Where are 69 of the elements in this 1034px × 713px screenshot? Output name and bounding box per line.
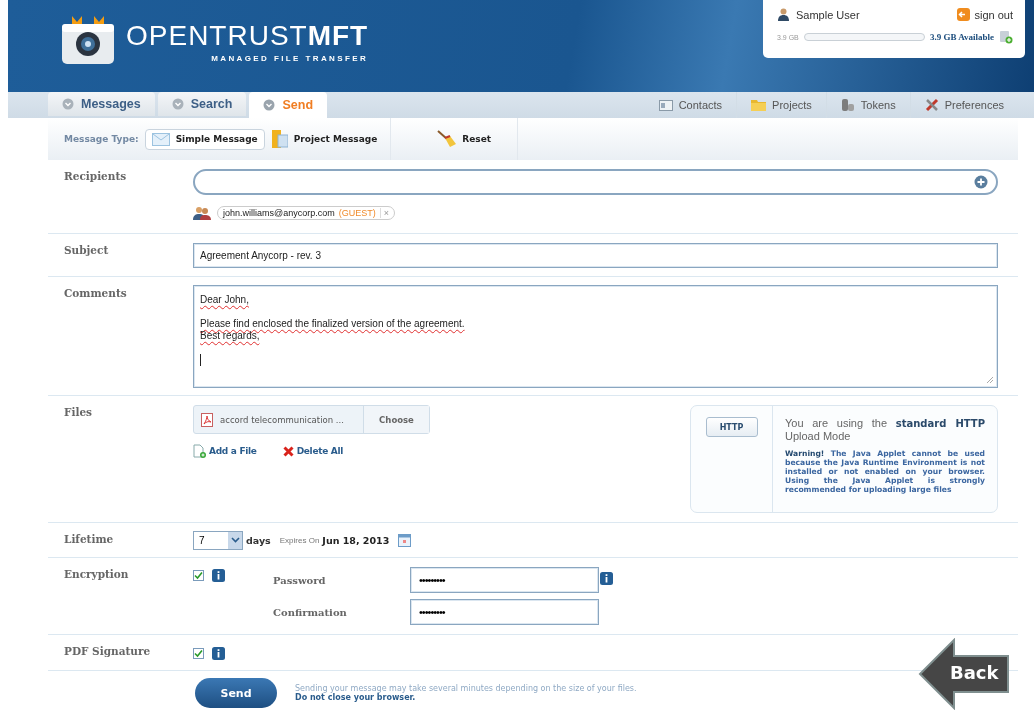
field-label: Lifetime xyxy=(64,532,115,545)
password-label: Password xyxy=(273,574,327,586)
tab[interactable]: Search xyxy=(157,92,247,116)
confirmation-field[interactable]: ••••••••• xyxy=(410,599,599,625)
field-label: Files xyxy=(64,405,94,418)
coins-icon xyxy=(840,98,855,112)
upload-mode-button[interactable]: HTTP xyxy=(705,417,758,437)
checkbox[interactable] xyxy=(193,570,204,581)
envelope-icon xyxy=(151,132,170,146)
circle-icon xyxy=(171,98,184,110)
message-type-option[interactable]: Simple Message xyxy=(144,128,265,150)
caret-icon xyxy=(230,537,240,543)
broom-icon xyxy=(437,130,458,148)
folder-icon xyxy=(751,99,767,111)
folder-document-icon xyxy=(271,130,288,148)
info-icon[interactable] xyxy=(212,647,225,660)
password-field[interactable]: ••••••••• xyxy=(410,567,599,593)
sign-out-icon[interactable] xyxy=(957,8,971,21)
field-label: Comments xyxy=(64,286,128,299)
file-picker[interactable]: accord telecommunication ... Choose xyxy=(193,405,430,434)
people-icon xyxy=(193,206,211,220)
file-name: accord telecommunication ... xyxy=(220,414,344,425)
message-type-option[interactable]: Project Message xyxy=(264,126,385,152)
tab[interactable]: Messages xyxy=(48,92,155,116)
expires-label: Expires On xyxy=(279,535,320,545)
confirmation-label: Confirmation xyxy=(273,606,348,618)
back-arrow-button[interactable]: Back xyxy=(918,638,1010,710)
reset-button[interactable]: Reset xyxy=(431,129,498,149)
choose-button[interactable]: Choose xyxy=(363,406,429,433)
lifetime-select[interactable]: 7 xyxy=(193,530,243,550)
brand-tagline: MANAGED FILE TRANSFER xyxy=(211,53,369,63)
recipients-field[interactable] xyxy=(193,169,998,195)
expiry-date: Jun 18, 2013 xyxy=(322,534,390,546)
user-icon xyxy=(777,8,790,21)
info-icon[interactable] xyxy=(600,572,613,585)
circle-icon xyxy=(62,98,74,110)
guest-tag: (GUEST) xyxy=(338,208,376,218)
checkbox[interactable] xyxy=(193,648,204,659)
delete-all-link[interactable]: Delete All xyxy=(282,444,344,458)
subject-field[interactable]: Agreement Anycorp - rev. 3 xyxy=(193,243,998,268)
nav-link[interactable]: Contacts xyxy=(644,92,737,118)
recipient-chip[interactable]: john.williams@anycorp.com (GUEST) × xyxy=(217,206,395,220)
resize-grip-icon[interactable] xyxy=(985,375,994,384)
user-name: Sample User xyxy=(796,8,860,21)
info-icon[interactable] xyxy=(212,569,225,582)
message-type-label: Message Type: xyxy=(64,134,139,144)
upload-mode-text: You are using the standard HTTP Upload Mode xyxy=(785,417,985,442)
recipient-email: john.williams@anycorp.com xyxy=(223,208,335,218)
contact-card-icon xyxy=(658,99,673,111)
circle-icon xyxy=(263,99,276,111)
storage-available: 3.9 GB Available xyxy=(929,32,994,42)
send-note: Sending your message may take several minutes depending on the size of your files. Do not close your browser. xyxy=(295,684,637,702)
days-unit: days xyxy=(246,534,271,546)
field-label: Recipients xyxy=(64,169,128,182)
tools-icon xyxy=(924,98,939,112)
field-label: Encryption xyxy=(64,567,130,580)
delete-icon xyxy=(282,445,294,457)
comments-field[interactable]: Dear John, Please find enclosed the finalized version of the agreement. Best regards, xyxy=(193,285,998,388)
brand-name: OPENTRUSTMFT xyxy=(126,19,369,52)
storage-add-icon[interactable] xyxy=(999,30,1013,44)
sign-out-link[interactable]: sign out xyxy=(974,8,1013,21)
field-label: Subject xyxy=(64,243,110,256)
field-label: PDF Signature xyxy=(64,644,152,657)
add-file-link[interactable]: Add a File xyxy=(193,444,257,458)
pdf-file-icon xyxy=(201,412,213,427)
add-circle-icon[interactable] xyxy=(974,175,988,189)
calendar-icon[interactable] xyxy=(398,533,412,547)
send-button[interactable]: Send xyxy=(195,678,277,708)
add-file-icon xyxy=(193,444,206,458)
